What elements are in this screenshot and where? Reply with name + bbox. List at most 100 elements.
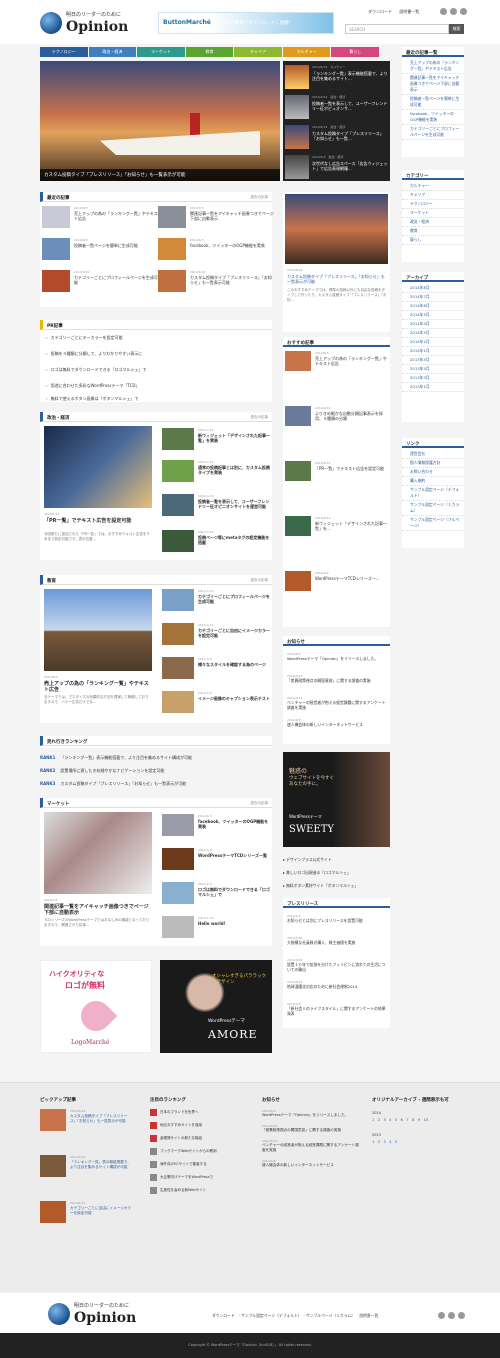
footer-link[interactable]: ダウンロード: [212, 1313, 235, 1318]
press-item[interactable]: 2014/4/2 お知らせとは別にプレスリリースを設置可能: [287, 914, 387, 923]
hero-slider[interactable]: カスタム投稿タイプ「プレスリリース」「お知らせ」も一覧表示が可能: [40, 61, 280, 181]
ranking-row[interactable]: 地元おすすめサイトを運用: [150, 1122, 220, 1129]
news-item[interactable]: 2014/3/8 速人機会体の新しいインターネットサービス: [287, 718, 387, 727]
pr-item[interactable]: 無料で使えるボタン画像は「ボタンマルシェ」で: [46, 396, 139, 402]
press-item[interactable]: 2014/3/4 「新社会人のライフスタイル」に関するアンケートの結果発表: [287, 1002, 387, 1016]
manual-link[interactable]: 説明書一覧: [399, 9, 419, 14]
recent-item[interactable]: facebook、ツイッターのOGP機能を実装: [402, 110, 464, 125]
footer-logo[interactable]: 明日のリーダーのために Opinion: [48, 1301, 148, 1329]
logomarche-banner[interactable]: ハイクオリティな ロゴが無料 LogoMarché: [40, 960, 152, 1053]
ranking-row[interactable]: 海外向けECサイトで集客する: [150, 1161, 220, 1168]
recommended-item[interactable]: 2014/4/14 「PR一覧」でテキスト広告を設定可能: [285, 461, 388, 513]
search-button[interactable]: 検索: [449, 24, 464, 34]
link-item[interactable]: 個人情報保護方針: [402, 459, 464, 468]
news-item[interactable]: 2014/3/8 速人機会体の新しいインターネットサービス: [262, 1159, 362, 1168]
featured-post[interactable]: 2014/4/14 カスタム投稿タイプ「プレスリリース」「お知らせ」も一覧表示が…: [283, 192, 390, 332]
post-item[interactable]: 2014/5/10 カテゴリーごとにプロフィールページを生成可能: [42, 270, 158, 298]
category-item[interactable]: カルチャー: [402, 182, 464, 191]
link-item[interactable]: ▸ 美しいロゴ出現造る「ロゴマルシェ」: [283, 866, 390, 879]
post-item[interactable]: 2014-6-3 facebook、ツイッターのOGP機能を実装: [162, 814, 272, 838]
category-item[interactable]: 教育: [402, 227, 464, 236]
ranking-row[interactable]: 大企業向けテーマをWordPressで: [150, 1174, 220, 1181]
category-item[interactable]: マーケット: [402, 209, 464, 218]
archive-item[interactable]: 2013年3月: [402, 374, 464, 383]
press-item[interactable]: 2014/3/24 設置１０年で拡張を分けたフィリピンに流れての生活についての輸出: [287, 958, 387, 972]
nav-item-1[interactable]: 政治・経済: [88, 47, 137, 57]
link-item[interactable]: ▸ 無料ボタン素材サイト「ボタンマルシェ」: [283, 879, 390, 892]
pickup-item[interactable]: 2014/4/14 カテゴリーごとに自由にイメージカラーを設定可能: [40, 1201, 132, 1241]
archive-months[interactable]: 1 2 3 4 5 6 7 8 9 10: [372, 1118, 467, 1123]
category-item[interactable]: 暮らし: [402, 236, 464, 245]
recommended-item[interactable]: 2014/4/9 WordPressテーマTCDシリーズ一...: [285, 571, 388, 623]
link-item[interactable]: サンプル固定ページ（フルページ）: [402, 516, 464, 531]
archive-item[interactable]: 2014年2月: [402, 338, 464, 347]
recent-item[interactable]: 投稿者一覧ページを簡単に生成可能: [402, 95, 464, 110]
recent-item[interactable]: 関連記事一覧をアイキャッチ画像つきでページ下部に自動表示: [402, 74, 464, 95]
link-item[interactable]: サンプル固定ページ（デフォルト）: [402, 486, 464, 501]
header-banner[interactable]: ButtonMarché ボタン素材がダウンロードし放題！: [158, 12, 334, 34]
nav-item-4[interactable]: キャリア: [234, 47, 282, 57]
post-item[interactable]: 2013-1-31 Hello world!: [162, 916, 272, 940]
post-item[interactable]: 2014/4/14 カスタム投稿タイプ「プレスリリース」「お知らせ」も一覧表示可能: [158, 270, 274, 298]
ranking-row[interactable]: ブックマークWebサイトからの教訓: [150, 1148, 220, 1155]
post-item[interactable]: 2014-4-14 通常の投稿記事とは別に、カスタム投稿タイプを実装: [162, 460, 272, 484]
post-item[interactable]: 2014-4-14 新ウィジェット「デザインされた記事一覧」を実装: [162, 428, 272, 452]
archive-item[interactable]: 2014年7月: [402, 293, 464, 302]
news-item[interactable]: 2014/3/11 ベンチャーの経営者が抱える経営課題に関するアンケート調査を実施: [262, 1139, 362, 1153]
link-item[interactable]: 運営会社: [402, 450, 464, 459]
recommended-item[interactable]: 2014/4/14 新ウィジェット「デザインされた記事一覧」を...: [285, 516, 388, 568]
ranking-row[interactable]: 金曜発サイトの新たな取組: [150, 1135, 220, 1142]
recent-item[interactable]: カテゴリーごとにプロフィールページを生成可能: [402, 125, 464, 140]
category-item[interactable]: テクノロジー: [402, 200, 464, 209]
sweety-banner[interactable]: 魅惑の ウェブサイトを今すぐあなたの手に。 WordPressテーマ SWEET…: [283, 752, 390, 847]
recent-item[interactable]: 売上アップの為の「ランキング一覧」やテキスト広告: [402, 59, 464, 74]
archive-item[interactable]: 2013年5月: [402, 356, 464, 365]
search-input[interactable]: SEARCH: [345, 24, 449, 34]
nav-item-2[interactable]: マーケット: [137, 47, 185, 57]
link-item[interactable]: お問い合わせ: [402, 468, 464, 477]
archive-item[interactable]: 2013年1月: [402, 383, 464, 392]
ranking-item[interactable]: RANK1 「ランキング一覧」表示機能搭載で、より注目を集めるサイト構成が可能: [40, 755, 192, 761]
post-item[interactable]: 2014-5-10 カテゴリーごとにプロフィールページを生成可能: [162, 589, 272, 613]
featured-title[interactable]: 売上アップの為の「ランキング一覧」やテキスト広告: [44, 681, 152, 693]
post-item[interactable]: 2014-4-14 投稿ページ等にmetaタグの設定機能を搭載: [162, 530, 272, 554]
twitter-icon[interactable]: [450, 8, 457, 15]
download-link[interactable]: ダウンロード: [368, 9, 392, 14]
pickup-item[interactable]: 2014/4/14 カスタム投稿タイプ「プレスリリース」「お知らせ」も一覧表示が可…: [40, 1109, 132, 1149]
hero-list-item[interactable]: 2014/4/14 政治・経済 投稿者一覧を表示して、ユーザーフレンドリー征ポピュ…: [285, 93, 388, 121]
post-item[interactable]: 2014/6/3 facebook、ツイッターのOGP機能を実装: [158, 238, 274, 266]
twitter-icon[interactable]: [448, 1312, 455, 1319]
ranking-item[interactable]: RANK2 設置場所に適したきめ細やかなナビゲーションを設定可能: [40, 768, 164, 774]
news-item[interactable]: 2014/4/3 WordPressテーマ「Opinion」をリリースしました。: [287, 652, 387, 661]
category-item[interactable]: 政治・経済: [402, 218, 464, 227]
more-link[interactable]: 過去の記事: [251, 195, 269, 200]
post-item[interactable]: 2014-4-9 WordPressテーマTCDシリーズ一覧: [162, 848, 272, 872]
pr-item[interactable]: 投稿を４種類に分類して、よりわかりやすい表示に: [46, 351, 143, 357]
press-item[interactable]: 2014/3/14 地球温暖化対応のために新社会規制2014: [287, 980, 387, 989]
hero-list-item[interactable]: 2014/4/14 カルチャー 「ランキング一覧」表示機能搭載で、より注目を集める…: [285, 63, 388, 91]
featured-title[interactable]: 「PR一覧」でテキスト広告を設定可能: [44, 518, 152, 524]
facebook-icon[interactable]: [458, 1312, 465, 1319]
link-item[interactable]: サンプル固定ページ（１カラム）: [402, 501, 464, 516]
facebook-icon[interactable]: [460, 8, 467, 15]
ranking-row[interactable]: 日本のブランドを世界へ: [150, 1109, 220, 1116]
featured-image[interactable]: [44, 426, 152, 508]
more-link[interactable]: 過去の記事: [251, 801, 269, 806]
site-logo[interactable]: 明日のリーダーのために Opinion: [40, 10, 140, 38]
archive-item[interactable]: 2014年3月: [402, 329, 464, 338]
featured-title[interactable]: 関連記事一覧をアイキャッチ画像つきでページ下部に自動表示: [44, 904, 152, 916]
featured-image[interactable]: [44, 589, 152, 671]
post-item[interactable]: 2014/7/3 関連記事一覧をアイキャッチ画像つきでページ下部に自動表示: [158, 206, 274, 234]
news-item[interactable]: 2014/3/22 「差異政策視点の開国意欲」に関する調査の実施: [287, 674, 387, 683]
post-item[interactable]: 2014-4-14 投稿者一覧を表示して、ユーザーフレンドリー征オピニオンサイトを…: [162, 494, 272, 518]
pr-item[interactable]: ロゴは無料でダウンロードできる「ロゴマルシェ」で: [46, 367, 147, 373]
link-item[interactable]: 購入規約: [402, 477, 464, 486]
more-link[interactable]: 過去の記事: [251, 415, 269, 420]
post-item[interactable]: 2014/8/3 売上アップの為の「ランキング一覧」やテキスト広告: [42, 206, 158, 234]
footer-link[interactable]: サンプルページ（１カラム）: [306, 1313, 353, 1318]
post-item[interactable]: 2014-3-9 様々なスタイルを確認する為のページ: [162, 657, 272, 681]
recommended-item[interactable]: 2014/4/14 よりきめ細かな自動分類記事表示を採用、４種類の分類: [285, 406, 388, 458]
archive-months[interactable]: 1 2 3 4 5: [372, 1140, 467, 1145]
nav-item-0[interactable]: テクノロジー: [40, 47, 88, 57]
post-item[interactable]: 2014-4-14 カテゴリーごとに自由にイメージカラーを設定可能: [162, 623, 272, 647]
